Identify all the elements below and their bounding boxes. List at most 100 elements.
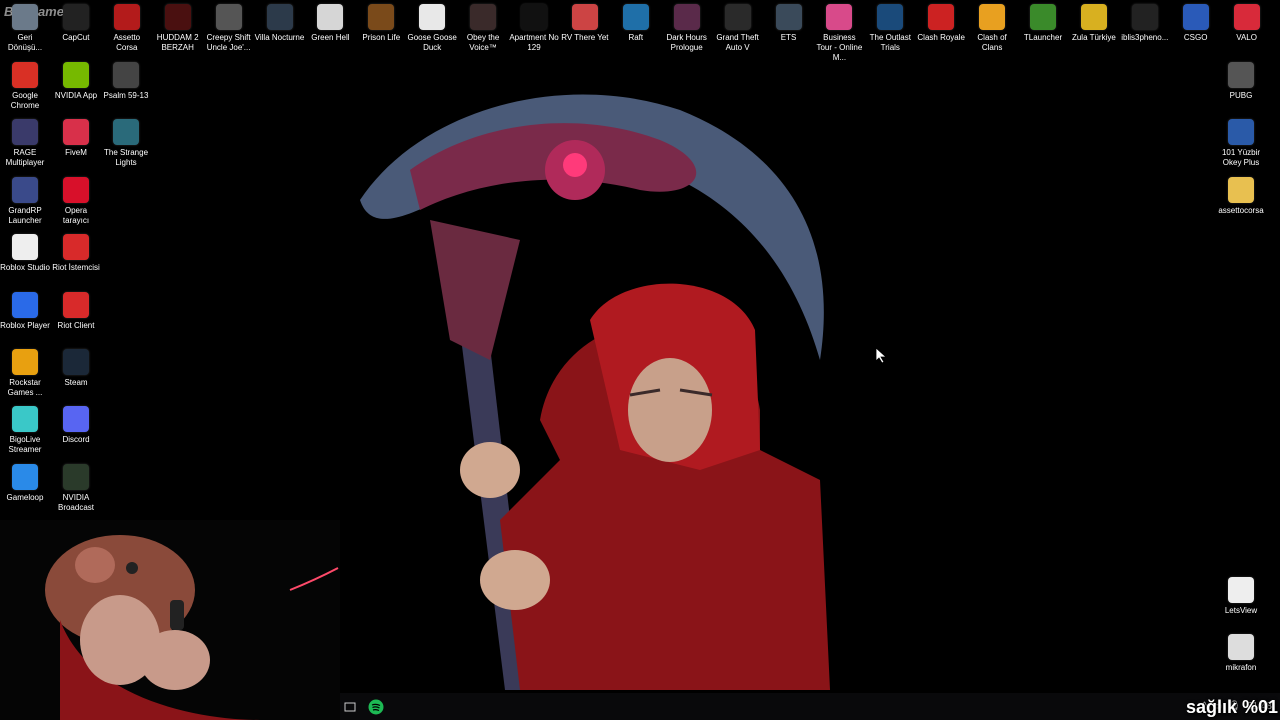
desktop-icon-label: RAGE Multiplayer xyxy=(5,148,45,168)
task-view-icon[interactable] xyxy=(340,697,360,717)
desktop-icon-rockstar[interactable]: Rockstar Games ... xyxy=(0,349,50,398)
desktop-icon-prison-life[interactable]: Prison Life xyxy=(356,4,406,43)
desktop-icon-label: CapCut xyxy=(62,33,90,42)
desktop-icon-strange-lights[interactable]: The Strange Lights xyxy=(101,119,151,168)
desktop-icon-ets[interactable]: ETS xyxy=(764,4,814,43)
rockstar-icon xyxy=(12,349,38,375)
desktop-icon-label: Villa Nocturne xyxy=(254,33,305,42)
csgo-icon xyxy=(1182,4,1209,30)
desktop-icon-label: mikrafon xyxy=(1225,663,1257,672)
desktop-icon-label: BigoLive Streamer xyxy=(8,435,42,455)
prison-life-icon xyxy=(368,4,395,30)
desktop-icon-goose-goose-duck[interactable]: Goose Goose Duck xyxy=(407,4,457,53)
desktop-icon-villa-nocturne[interactable]: Villa Nocturne xyxy=(255,4,305,43)
desktop-icon-zula[interactable]: Zula Türkiye xyxy=(1069,4,1119,43)
desktop-icon-roblox-studio[interactable]: Roblox Studio xyxy=(0,234,50,273)
spotify-icon[interactable] xyxy=(366,697,386,717)
desktop-icon-nvidia-app[interactable]: NVIDIA App xyxy=(51,62,101,101)
desktop-icon-bigolive[interactable]: BigoLive Streamer xyxy=(0,406,50,455)
desktop-icon-label: Goose Goose Duck xyxy=(407,33,457,52)
desktop-icon-obey-the-voice[interactable]: Obey the Voice™ xyxy=(458,4,508,53)
desktop-icon-letsview[interactable]: LetsView xyxy=(1216,577,1266,616)
desktop-icon-label: Psalm 59-13 xyxy=(103,91,149,100)
iblis-icon xyxy=(1131,4,1158,30)
desktop-icon-label: VALO xyxy=(1236,33,1257,42)
desktop-icon-label: Dark Hours Prologue xyxy=(666,33,707,52)
desktop-icon-riot-client[interactable]: Riot İstemcisi xyxy=(51,234,101,273)
desktop-icon-business-tour[interactable]: Business Tour - Online M... xyxy=(814,4,864,63)
mouse-cursor-icon xyxy=(876,348,888,364)
desktop-icon-rv-there-yet[interactable]: RV There Yet xyxy=(560,4,610,43)
desktop-icon-label: Apartment No 129 xyxy=(509,33,559,52)
desktop-icon-label: TLauncher xyxy=(1023,33,1063,42)
desktop-icon-capcut[interactable]: CapCut xyxy=(51,4,101,43)
huddam-icon xyxy=(164,4,191,30)
goose-goose-duck-icon xyxy=(419,4,446,30)
desktop-icon-dark-hours[interactable]: Dark Hours Prologue xyxy=(662,4,712,53)
desktop-icon-nvidia-broadcast[interactable]: NVIDIA Broadcast xyxy=(51,463,101,513)
desktop-icon-rage-mp[interactable]: RAGE Multiplayer xyxy=(0,119,50,168)
desktop-icon-label: NVIDIA App xyxy=(54,91,98,100)
desktop-icon-riot-client[interactable]: Riot Client xyxy=(51,291,101,331)
raft-icon xyxy=(622,4,649,30)
outlast-trials-icon xyxy=(877,4,904,30)
letsview-icon xyxy=(1228,577,1254,603)
desktop-icon-valorant[interactable]: VALO xyxy=(1222,4,1272,43)
clash-royale-icon xyxy=(928,4,955,30)
desktop-icon-label: LetsView xyxy=(1224,606,1258,615)
desktop-icon-okey-plus[interactable]: 101 Yüzbir Okey Plus xyxy=(1216,119,1266,168)
rv-there-yet-icon xyxy=(571,4,598,30)
desktop-icon-fivem[interactable]: FiveM xyxy=(51,119,101,158)
desktop-icon-label: RV There Yet xyxy=(561,33,609,42)
desktop-icon-steam[interactable]: Steam xyxy=(51,349,101,388)
desktop-icon-label: Gameloop xyxy=(6,492,44,502)
nvidia-app-icon xyxy=(63,62,89,88)
desktop-icon-label: assettocorsa xyxy=(1218,206,1264,215)
desktop-icon-apartment[interactable]: Apartment No 129 xyxy=(509,4,559,53)
desktop-icon-assetto-corsa[interactable]: Assetto Corsa xyxy=(102,4,152,53)
green-hell-icon xyxy=(317,4,344,30)
desktop-icon-opera[interactable]: Opera tarayıcı xyxy=(51,176,101,226)
desktop-icon-label: CSGO xyxy=(1183,33,1208,42)
desktop-icon-grandrp[interactable]: GrandRP Launcher xyxy=(0,176,50,226)
desktop-icon-clash-of-clans[interactable]: Clash of Clans xyxy=(967,4,1017,53)
desktop-icon-csgo[interactable]: CSGO xyxy=(1171,4,1221,43)
apartment-icon xyxy=(521,4,547,30)
desktop-icon-raft[interactable]: Raft xyxy=(611,4,661,43)
desktop-icon-pubg[interactable]: PUBG xyxy=(1216,62,1266,101)
desktop-icon-folder[interactable]: assettocorsa xyxy=(1216,177,1266,216)
desktop-icon-roblox-player[interactable]: Roblox Player xyxy=(0,291,50,331)
creepy-shift-icon xyxy=(215,4,242,30)
desktop-icon-label: Obey the Voice™ xyxy=(466,33,500,52)
desktop-icon-iblis[interactable]: iblis3pheno... xyxy=(1120,4,1170,43)
desktop-icon-psalm[interactable]: Psalm 59-13 xyxy=(101,62,151,101)
desktop-icon-label: Discord xyxy=(62,435,90,445)
desktop-icon-label: NVIDIA Broadcast xyxy=(57,492,95,512)
mikrafon-icon xyxy=(1228,634,1254,660)
desktop-icon-gameloop[interactable]: Gameloop xyxy=(0,463,50,503)
desktop-icon-label: HUDDAM 2 BERZAH xyxy=(156,33,199,52)
desktop-icon-recycle-bin[interactable]: Geri Dönüşü... xyxy=(0,4,50,53)
desktop-icon-chrome[interactable]: Google Chrome xyxy=(0,62,50,111)
desktop-icon-label: ETS xyxy=(780,33,797,42)
grandrp-icon xyxy=(12,176,38,203)
riot-client-icon-2 xyxy=(63,291,89,318)
business-tour-icon xyxy=(826,4,853,30)
desktop-icon-outlast-trials[interactable]: The Outlast Trials xyxy=(865,4,915,53)
rage-mp-icon xyxy=(12,119,38,146)
desktop-icon-gta-v[interactable]: Grand Theft Auto V xyxy=(713,4,763,53)
desktop-icon-huddam[interactable]: HUDDAM 2 BERZAH xyxy=(153,4,203,53)
desktop-icon-label: Opera tarayıcı xyxy=(62,205,90,225)
desktop-icon-label: Riot Client xyxy=(57,320,95,330)
desktop-icon-label: GrandRP Launcher xyxy=(8,205,42,225)
desktop-icon-label: Google Chrome xyxy=(10,91,40,110)
roblox-studio-icon xyxy=(12,234,38,261)
desktop-icon-mikrafon[interactable]: mikrafon xyxy=(1216,634,1266,673)
desktop-icon-creepy-shift[interactable]: Creepy Shift Uncle Joe'... xyxy=(204,4,254,53)
desktop-icon-clash-royale[interactable]: Clash Royale xyxy=(916,4,966,43)
desktop-icon-discord[interactable]: Discord xyxy=(51,406,101,445)
desktop-icon-green-hell[interactable]: Green Hell xyxy=(305,4,355,43)
desktop-icon-label: FiveM xyxy=(65,148,87,158)
desktop-icon-label: The Outlast Trials xyxy=(869,33,911,52)
desktop-icon-tlauncher[interactable]: TLauncher xyxy=(1018,4,1068,43)
